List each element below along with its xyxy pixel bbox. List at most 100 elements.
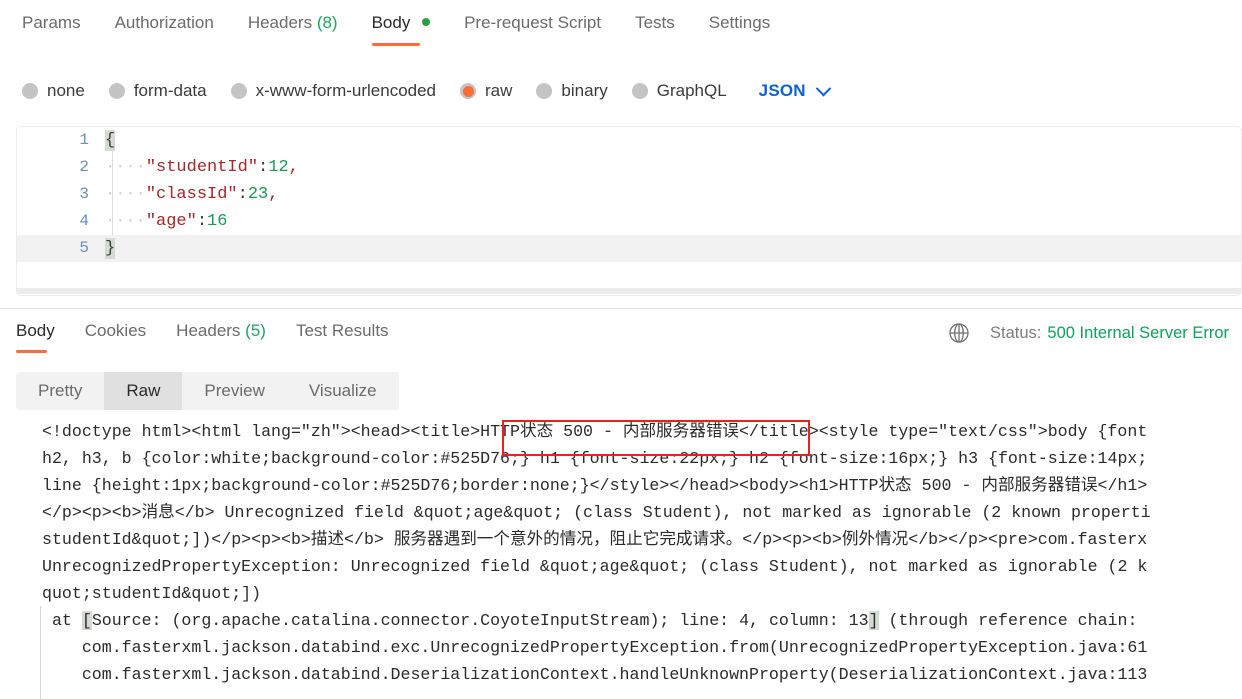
response-tab-headers[interactable]: Headers (5) [176, 320, 266, 353]
radio-urlencoded-icon[interactable] [230, 83, 247, 99]
line-number-2: 2 [79, 158, 89, 176]
line-number-5: 5 [79, 239, 89, 257]
body-type-urlencoded-label: x-www-form-urlencoded [255, 81, 437, 100]
tab-pre-request-script-label: Pre-request Script [464, 13, 602, 32]
radio-raw-icon[interactable] [460, 83, 477, 99]
body-type-none[interactable]: none [22, 81, 85, 101]
response-tab-body-underline [16, 350, 47, 353]
tab-settings-label: Settings [708, 13, 771, 32]
body-type-form-data[interactable]: form-data [108, 81, 207, 101]
body-type-binary-label: binary [561, 81, 608, 100]
tab-headers[interactable]: Headers (8) [248, 12, 338, 46]
postman-request-response-panel: Params Authorization Headers (8) Body Pr… [0, 0, 1242, 699]
tab-params-label: Params [22, 13, 81, 32]
view-mode-pretty-label: Pretty [38, 381, 83, 400]
editor-line-4[interactable]: 4 ····"age":16 [17, 208, 1241, 235]
editor-line-1-code: { [105, 127, 116, 154]
editor-line-5[interactable]: 5 } [17, 235, 1241, 262]
open-brace-token: { [105, 130, 116, 151]
raw-format-dropdown[interactable]: JSON [759, 80, 832, 101]
response-tab-cookies[interactable]: Cookies [85, 320, 146, 353]
editor-horizontal-scrollbar[interactable] [17, 286, 1241, 295]
response-line-4: </p><p><b>消息</b> Unrecognized field &quo… [42, 503, 1151, 522]
editor-line-3[interactable]: 3 ····"classId":23, [17, 181, 1241, 208]
radio-none-icon[interactable] [22, 83, 38, 99]
tab-headers-count: (8) [316, 13, 338, 32]
tab-authorization-label: Authorization [114, 13, 214, 32]
editor-scrollbar-track[interactable] [17, 288, 1241, 294]
body-type-binary[interactable]: binary [536, 81, 608, 101]
radio-graphql-icon[interactable] [631, 83, 648, 99]
response-tab-body[interactable]: Body [16, 320, 55, 353]
comma-2: , [288, 158, 299, 177]
bracket-close-highlight: ] [868, 611, 879, 630]
tab-tests-label: Tests [635, 13, 675, 32]
json-key-age: "age" [145, 212, 197, 231]
view-mode-visualize-label: Visualize [308, 381, 377, 400]
response-tab-headers-count: (5) [245, 321, 266, 340]
response-tab-test-results[interactable]: Test Results [296, 320, 389, 353]
tab-body[interactable]: Body [371, 12, 431, 46]
response-stack-line-2: com.fasterxml.jackson.databind.exc.Unrec… [42, 638, 1148, 657]
response-view-mode-group: Pretty Raw Preview Visualize [16, 372, 399, 410]
response-line-2: h2, h3, b {color:white;background-color:… [42, 449, 1148, 468]
tab-headers-label: Headers [247, 13, 313, 32]
json-value-studentid: 12 [268, 158, 289, 177]
comma-3: , [268, 185, 279, 204]
response-tab-body-label: Body [16, 321, 55, 340]
tab-body-label: Body [371, 13, 411, 32]
line-number-1: 1 [79, 131, 89, 149]
editor-line-5-code: } [105, 235, 116, 262]
response-line-5: studentId&quot;])</p><p><b>描述</b> 服务器遇到一… [42, 530, 1148, 549]
stack-tail-text: (through reference chain: [878, 611, 1148, 630]
body-type-urlencoded[interactable]: x-www-form-urlencoded [230, 81, 437, 101]
editor-line-3-code: ····"classId":23, [105, 181, 278, 208]
tab-authorization[interactable]: Authorization [115, 12, 214, 46]
tab-tests[interactable]: Tests [635, 12, 675, 46]
radio-binary-icon[interactable] [536, 83, 553, 99]
status-label: Status: [990, 323, 1042, 342]
json-value-classid: 23 [247, 185, 269, 204]
response-tab-cookies-label: Cookies [84, 321, 147, 340]
body-type-graphql[interactable]: GraphQL [631, 81, 727, 101]
body-type-raw[interactable]: raw [460, 81, 512, 101]
response-body-raw[interactable]: <!doctype html><html lang="zh"><head><ti… [16, 418, 1242, 699]
response-line-1: <!doctype html><html lang="zh"><head><ti… [42, 422, 1148, 441]
body-type-radio-group: none form-data x-www-form-urlencoded raw… [22, 74, 832, 108]
response-line-6: UnrecognizedPropertyException: Unrecogni… [42, 557, 1148, 576]
view-mode-preview[interactable]: Preview [182, 372, 286, 410]
response-stack-line-1: at [Source: (org.apache.catalina.connect… [16, 607, 1242, 634]
status-badge: 500 Internal Server Error [1047, 323, 1229, 342]
view-mode-visualize[interactable]: Visualize [287, 372, 399, 410]
indent-dots-3: ···· [105, 185, 146, 204]
stack-prefix: at [42, 611, 82, 630]
json-key-studentid: "studentId" [145, 158, 259, 177]
indent-dots-2: ···· [105, 158, 146, 177]
tab-body-active-underline [371, 43, 421, 46]
chevron-down-icon[interactable] [815, 80, 832, 96]
tab-settings[interactable]: Settings [709, 12, 770, 46]
response-stack-line-3: com.fasterxml.jackson.databind.Deseriali… [42, 665, 1148, 684]
editor-line-2-code: ····"studentId":12, [105, 154, 299, 181]
editor-line-4-code: ····"age":16 [105, 208, 227, 235]
body-type-form-data-label: form-data [133, 81, 207, 100]
tab-pre-request-script[interactable]: Pre-request Script [464, 12, 601, 46]
editor-line-2[interactable]: 2 ····"studentId":12, [17, 154, 1241, 181]
line-number-3: 3 [79, 185, 89, 203]
response-indent-guide [40, 606, 41, 699]
colon-2: : [258, 158, 269, 177]
radio-form-data-icon[interactable] [108, 83, 125, 99]
request-body-editor[interactable]: 1 { 2 ····"studentId":12, 3 ····"classId… [16, 126, 1242, 296]
tab-params[interactable]: Params [22, 12, 81, 46]
body-type-graphql-label: GraphQL [656, 81, 727, 100]
view-mode-raw[interactable]: Raw [104, 372, 183, 410]
view-mode-preview-label: Preview [204, 381, 265, 400]
bracket-open-highlight: [ [81, 611, 92, 630]
editor-line-1[interactable]: 1 { [17, 127, 1241, 154]
response-tab-headers-label: Headers [176, 321, 241, 340]
response-status-area: Status: 500 Internal Server Error [948, 322, 1229, 344]
close-brace-token: } [105, 238, 116, 259]
colon-3: : [237, 185, 248, 204]
view-mode-pretty[interactable]: Pretty [16, 372, 104, 410]
globe-icon [948, 322, 970, 344]
